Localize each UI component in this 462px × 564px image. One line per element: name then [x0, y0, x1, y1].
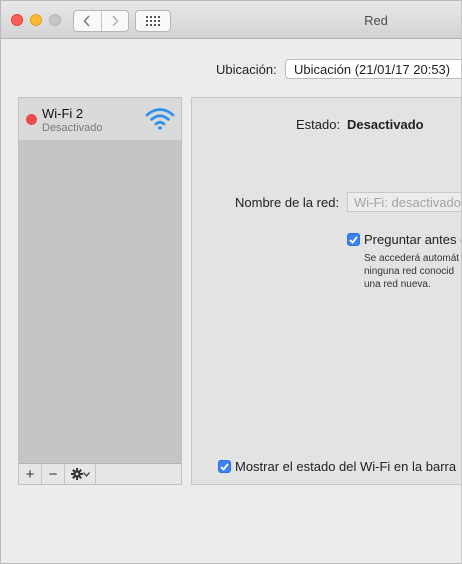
- checkmark-icon: [220, 462, 229, 471]
- network-name-label: Nombre de la red:: [235, 195, 340, 210]
- window-title: Red: [364, 13, 388, 28]
- show-wifi-status-checkbox[interactable]: [218, 460, 231, 473]
- network-preferences-window: Red Ubicación: Ubicación (21/01/17 20:53…: [0, 0, 462, 564]
- network-name-popup[interactable]: Wi-Fi: desactivado: [347, 192, 461, 212]
- location-label: Ubicación:: [216, 62, 277, 77]
- service-item-wifi-2[interactable]: Wi-Fi 2 Desactivado: [19, 98, 181, 140]
- title-bar: Red: [1, 1, 461, 39]
- service-detail-panel: Estado: Desactivado Nombre de la red: Wi…: [191, 97, 462, 485]
- close-button[interactable]: [11, 14, 23, 26]
- chevron-right-icon: [112, 15, 119, 27]
- ask-join-label: Preguntar antes c: [364, 232, 462, 247]
- ask-desc-line: una red nueva.: [364, 279, 431, 290]
- back-button[interactable]: [74, 11, 101, 31]
- service-list-toolbar: + −: [19, 463, 181, 484]
- wifi-icon: [145, 108, 175, 130]
- ask-join-description: Se accederá automát ninguna red conocid …: [364, 252, 461, 291]
- ask-join-checkbox[interactable]: [347, 233, 360, 246]
- location-popup[interactable]: Ubicación (21/01/17 20:53): [285, 59, 461, 79]
- gear-icon: [70, 468, 83, 480]
- grid-icon: [146, 16, 160, 26]
- show-wifi-status-label: Mostrar el estado del Wi-Fi en la barra: [235, 459, 457, 474]
- nav-buttons: [73, 10, 129, 32]
- chevron-left-icon: [83, 15, 90, 27]
- ask-desc-line: ninguna red conocid: [364, 266, 455, 277]
- service-name: Wi-Fi 2: [42, 106, 84, 121]
- zoom-button[interactable]: [49, 14, 61, 26]
- service-list: Wi-Fi 2 Desactivado + −: [18, 97, 182, 485]
- ask-desc-line: Se accederá automát: [364, 253, 460, 264]
- status-dot: [26, 114, 37, 125]
- checkmark-icon: [349, 235, 358, 244]
- forward-button[interactable]: [100, 11, 129, 31]
- status-value: Desactivado: [347, 117, 424, 132]
- status-label: Estado:: [296, 117, 341, 132]
- add-service-button[interactable]: +: [19, 464, 42, 484]
- minimize-button[interactable]: [30, 14, 42, 26]
- remove-service-button[interactable]: −: [42, 464, 65, 484]
- action-menu-button[interactable]: [65, 464, 96, 484]
- service-status: Desactivado: [42, 122, 103, 134]
- show-all-button[interactable]: [135, 10, 171, 32]
- chevron-down-icon: [82, 471, 90, 477]
